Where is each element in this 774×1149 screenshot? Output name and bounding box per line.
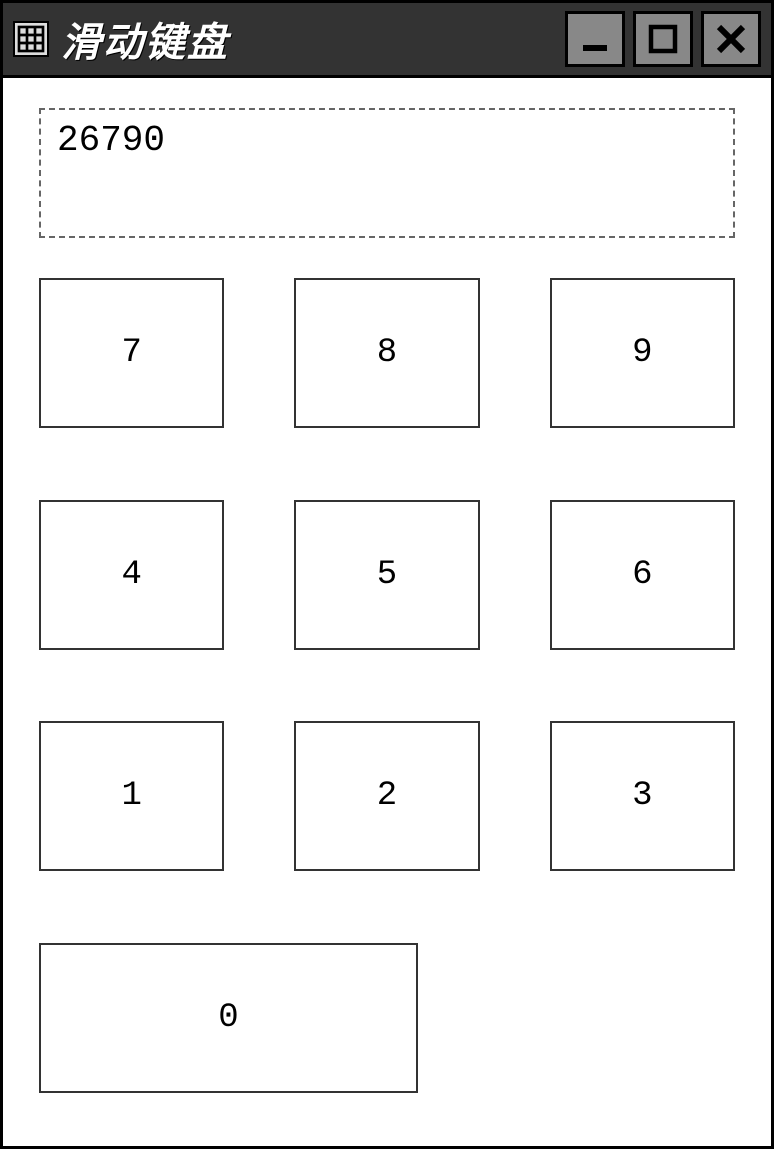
minimize-button[interactable] — [565, 11, 625, 67]
close-button[interactable] — [701, 11, 761, 67]
key-2[interactable]: 2 — [294, 721, 479, 871]
maximize-icon — [645, 21, 681, 57]
maximize-button[interactable] — [633, 11, 693, 67]
key-3[interactable]: 3 — [550, 721, 735, 871]
content-area: 26790 7 8 9 4 5 6 1 2 3 0 — [0, 78, 774, 1149]
key-6[interactable]: 6 — [550, 500, 735, 650]
key-5[interactable]: 5 — [294, 500, 479, 650]
titlebar: 滑动键盘 — [0, 0, 774, 78]
app-icon — [13, 21, 49, 57]
keypad: 7 8 9 4 5 6 1 2 3 0 — [39, 278, 735, 1106]
key-4[interactable]: 4 — [39, 500, 224, 650]
display-value: 26790 — [57, 120, 165, 161]
minimize-icon — [577, 21, 613, 57]
key-8[interactable]: 8 — [294, 278, 479, 428]
window-title: 滑动键盘 — [61, 10, 565, 68]
key-7[interactable]: 7 — [39, 278, 224, 428]
key-9[interactable]: 9 — [550, 278, 735, 428]
display-field[interactable]: 26790 — [39, 108, 735, 238]
key-0[interactable]: 0 — [39, 943, 418, 1093]
window-controls — [565, 11, 761, 67]
close-icon — [713, 21, 749, 57]
key-1[interactable]: 1 — [39, 721, 224, 871]
